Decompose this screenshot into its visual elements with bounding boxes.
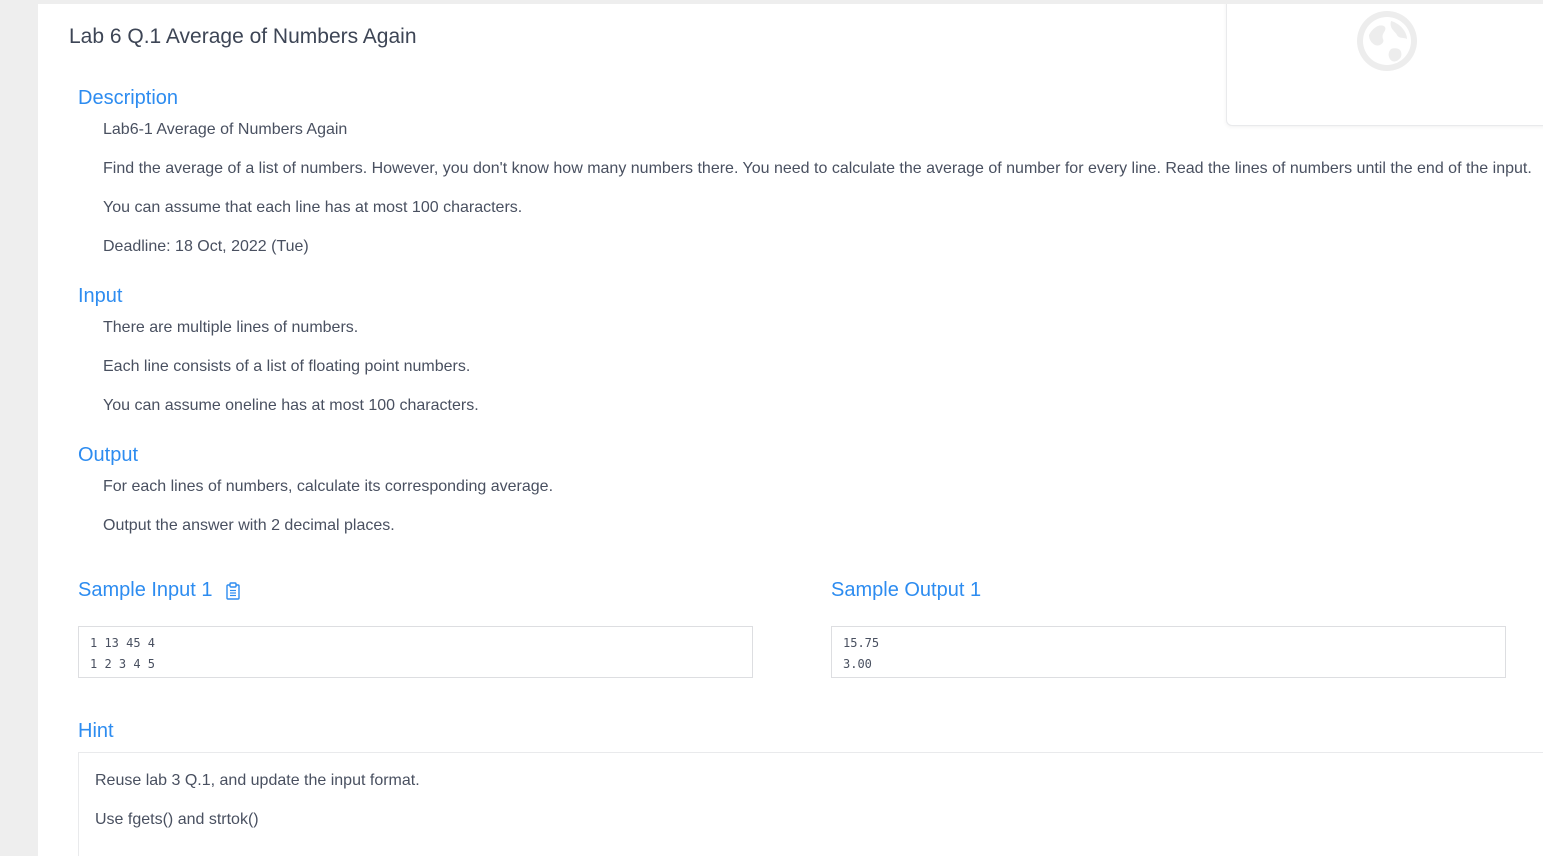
- sample-output-heading: Sample Output 1: [831, 579, 982, 601]
- description-paragraph: Lab6-1 Average of Numbers Again: [103, 121, 348, 138]
- sample-input-line: 1 13 45 4: [90, 636, 156, 650]
- description-heading: Description: [78, 87, 179, 109]
- output-paragraph: Output the answer with 2 decimal places.: [103, 517, 395, 534]
- input-paragraph: Each line consists of a list of floating…: [103, 358, 471, 375]
- output-paragraph: For each lines of numbers, calculate its…: [103, 478, 554, 495]
- sample-output-line: 15.75: [843, 636, 880, 650]
- hint-heading: Hint: [78, 720, 114, 742]
- input-heading: Input: [78, 285, 123, 307]
- sample-input-heading: Sample Input 1: [78, 579, 213, 601]
- description-paragraph: You can assume that each line has at mos…: [103, 199, 523, 216]
- sample-output-box[interactable]: 15.75 3.00: [831, 626, 1506, 678]
- sample-input-box[interactable]: 1 13 45 4 1 2 3 4 5: [78, 626, 753, 678]
- description-paragraph: Deadline: 18 Oct, 2022 (Tue): [103, 238, 309, 255]
- problem-card: Lab 6 Q.1 Average of Numbers Again Descr…: [38, 4, 1543, 856]
- output-heading: Output: [78, 444, 139, 466]
- input-paragraph: You can assume oneline has at most 100 c…: [103, 397, 479, 414]
- side-panel: [1226, 4, 1543, 126]
- clipboard-icon[interactable]: [226, 582, 240, 600]
- sample-output-line: 3.00: [843, 657, 872, 671]
- page-title: Lab 6 Q.1 Average of Numbers Again: [69, 25, 417, 48]
- hint-box: Reuse lab 3 Q.1, and update the input fo…: [78, 752, 1543, 856]
- hint-line: Use fgets() and strtok(): [95, 811, 259, 828]
- description-paragraph: Find the average of a list of numbers. H…: [103, 160, 1532, 177]
- globe-icon: [1357, 11, 1417, 71]
- sample-input-line: 1 2 3 4 5: [90, 657, 156, 671]
- input-paragraph: There are multiple lines of numbers.: [103, 319, 359, 336]
- hint-line: Reuse lab 3 Q.1, and update the input fo…: [95, 772, 420, 789]
